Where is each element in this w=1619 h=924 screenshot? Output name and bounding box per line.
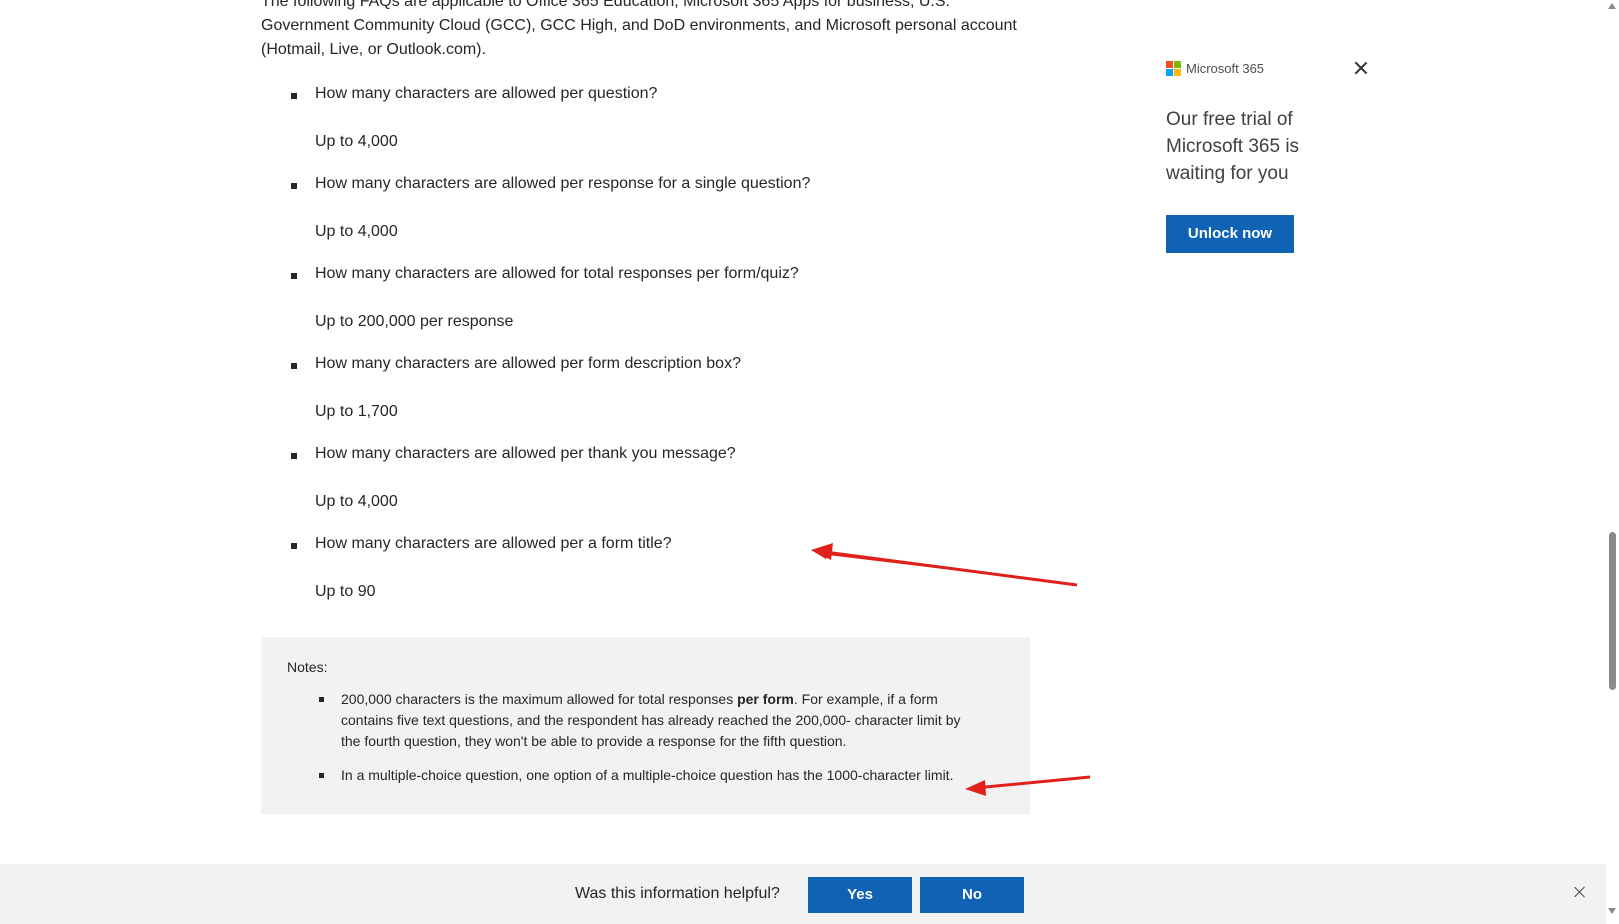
scrollbar-thumb[interactable] xyxy=(1609,532,1616,690)
bullet-icon xyxy=(291,273,297,279)
faq-answer: Up to 200,000 per response xyxy=(315,313,514,330)
brand-name: Microsoft 365 xyxy=(1186,60,1265,76)
microsoft-365-logo: Microsoft 365 xyxy=(1166,58,1376,78)
bullet-icon xyxy=(319,773,324,778)
intro-paragraph: The following FAQs are applicable to Off… xyxy=(261,0,1017,58)
faq-item: How many characters are allowed per resp… xyxy=(261,172,1021,262)
faq-answer: Up to 90 xyxy=(315,583,376,600)
bullet-icon xyxy=(319,697,324,702)
feedback-question: Was this information helpful? xyxy=(575,885,780,902)
faq-question: How many characters are allowed for tota… xyxy=(315,265,799,282)
note-item: In a multiple-choice question, one optio… xyxy=(287,765,967,786)
faq-list: How many characters are allowed per ques… xyxy=(261,82,1021,622)
microsoft-logo-icon xyxy=(1166,60,1181,76)
faq-answer: Up to 4,000 xyxy=(315,493,398,510)
bullet-icon xyxy=(291,453,297,459)
scroll-down-icon[interactable] xyxy=(1608,908,1616,914)
faq-answer: Up to 1,700 xyxy=(315,403,398,420)
faq-item: How many characters are allowed per ques… xyxy=(261,82,1021,172)
note-text: In a multiple-choice question, one optio… xyxy=(341,767,954,783)
bullet-icon xyxy=(291,363,297,369)
faq-answer: Up to 4,000 xyxy=(315,223,398,240)
bullet-icon xyxy=(291,543,297,549)
bullet-icon xyxy=(291,93,297,99)
yes-button[interactable]: Yes xyxy=(808,877,912,913)
faq-question: How many characters are allowed per a fo… xyxy=(315,535,672,552)
promo-panel: Microsoft 365 Our free trial of Microsof… xyxy=(1166,58,1376,253)
bullet-icon xyxy=(291,183,297,189)
note-item: 200,000 characters is the maximum allowe… xyxy=(287,689,967,752)
unlock-now-button[interactable]: Unlock now xyxy=(1166,215,1294,253)
notes-title: Notes: xyxy=(287,659,328,675)
faq-question: How many characters are allowed per than… xyxy=(315,445,736,462)
close-icon[interactable] xyxy=(1574,886,1586,898)
no-button[interactable]: No xyxy=(920,877,1024,913)
faq-question: How many characters are allowed per resp… xyxy=(315,175,811,192)
close-icon[interactable] xyxy=(1353,60,1369,76)
faq-item: How many characters are allowed per than… xyxy=(261,442,1021,532)
notes-box: Notes: 200,000 characters is the maximum… xyxy=(261,637,1030,814)
faq-question: How many characters are allowed per form… xyxy=(315,355,741,372)
scroll-up-icon[interactable] xyxy=(1608,3,1616,9)
promo-heading: Our free trial of Microsoft 365 is waiti… xyxy=(1166,109,1300,184)
faq-item: How many characters are allowed per form… xyxy=(261,352,1021,442)
faq-answer: Up to 4,000 xyxy=(315,133,398,150)
faq-item: How many characters are allowed per a fo… xyxy=(261,532,1021,622)
note-emphasis: per form xyxy=(737,691,794,707)
note-text: 200,000 characters is the maximum allowe… xyxy=(341,691,738,707)
faq-question: How many characters are allowed per ques… xyxy=(315,85,658,102)
vertical-scrollbar[interactable] xyxy=(1606,0,1619,924)
feedback-bar: Was this information helpful? Yes No xyxy=(0,864,1606,924)
faq-item: How many characters are allowed for tota… xyxy=(261,262,1021,352)
